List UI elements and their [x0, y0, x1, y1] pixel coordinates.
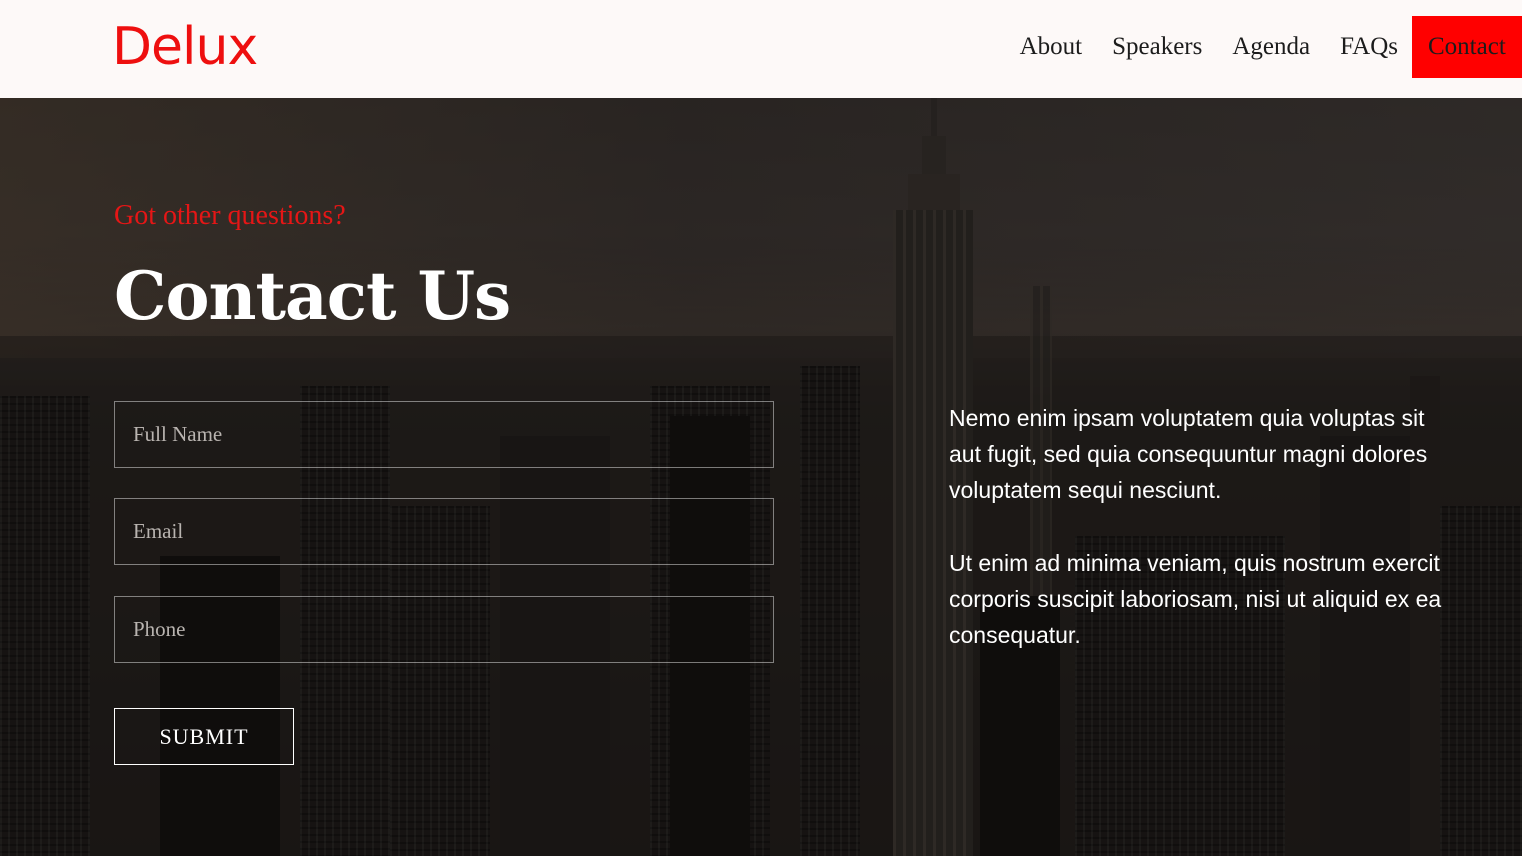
paragraph-line: Nemo enim ipsam voluptatem quia voluptas…: [949, 405, 1425, 431]
nav-speakers[interactable]: Speakers: [1112, 16, 1202, 78]
info-paragraph-1: Nemo enim ipsam voluptatem quia voluptas…: [949, 400, 1522, 508]
paragraph-line: aut fugit, sed quia consequuntur magni d…: [949, 441, 1428, 467]
email-input[interactable]: [114, 498, 774, 565]
logo[interactable]: Delux: [112, 14, 258, 80]
nav-contact[interactable]: Contact: [1412, 16, 1522, 78]
info-paragraph-2: Ut enim ad minima veniam, quis nostrum e…: [949, 545, 1522, 653]
section-eyebrow: Got other questions?: [114, 200, 346, 231]
phone-input[interactable]: [114, 596, 774, 663]
nav-agenda[interactable]: Agenda: [1232, 16, 1310, 78]
nav-about[interactable]: About: [1020, 16, 1083, 78]
site-header: Delux About Speakers Agenda FAQs Contact: [0, 0, 1522, 98]
paragraph-line: consequatur.: [949, 622, 1081, 648]
main-nav: About Speakers Agenda FAQs Contact: [1020, 16, 1522, 78]
full-name-input[interactable]: [114, 401, 774, 468]
paragraph-line: corporis suscipit laboriosam, nisi ut al…: [949, 586, 1442, 612]
nav-faqs[interactable]: FAQs: [1340, 16, 1398, 78]
paragraph-line: voluptatem sequi nesciunt.: [949, 477, 1222, 503]
submit-button[interactable]: SUBMIT: [114, 708, 294, 765]
page-title: Contact Us: [114, 257, 511, 335]
paragraph-line: Ut enim ad minima veniam, quis nostrum e…: [949, 550, 1440, 576]
